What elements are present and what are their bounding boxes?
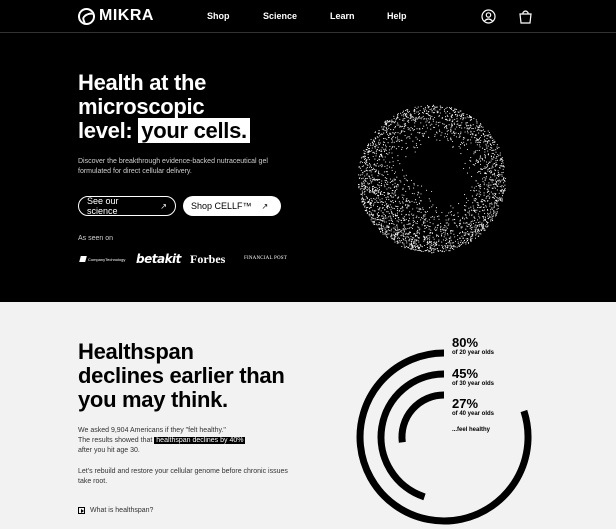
survey-line: after you hit age 30. [78, 447, 140, 454]
stat-value: 45% [452, 366, 479, 381]
hero-title: Health at the microscopic level: your ce… [78, 71, 250, 143]
healthspan-title: Healthspan declines earlier than you may… [78, 339, 285, 412]
press-logo-betakit: betakit [136, 252, 181, 266]
stat-label: of 20 year olds [452, 350, 495, 356]
link-label: What is healthspan? [90, 507, 154, 514]
feel-healthy-label: ...feel healthy [452, 427, 491, 433]
hero-description: Discover the breakthrough evidence-backe… [78, 158, 268, 175]
press-logo-financial-post: FINANCIAL POST [244, 256, 288, 261]
hero-title-line: microscopic [78, 94, 205, 119]
press-logo-text: CompanyTechnology [88, 256, 126, 262]
healthspan-section: Healthspan declines earlier than you may… [0, 302, 616, 529]
nav-science[interactable]: Science [263, 11, 297, 21]
healthspan-title-line: declines earlier than [78, 363, 285, 388]
account-icon[interactable] [481, 9, 496, 24]
play-icon [78, 507, 85, 514]
ring-20-year-olds [356, 349, 532, 525]
press-logo-company-technology: CompanyTechnology [79, 256, 126, 262]
brand-name: MIKRA [99, 7, 154, 24]
what-is-healthspan-link[interactable]: What is healthspan? [78, 507, 153, 514]
stat-label: of 40 year olds [452, 411, 495, 417]
survey-paragraph: We asked 9,904 Americans if they "felt h… [78, 426, 246, 456]
stat-value: 27% [452, 396, 479, 411]
stat-20: 80% of 20 year olds [452, 336, 494, 357]
stat-40: 27% of 40 year olds [452, 397, 494, 418]
ring-40-year-olds [398, 391, 445, 443]
survey-line: The results showed that [78, 437, 153, 444]
nav-shop[interactable]: Shop [207, 11, 230, 21]
stat-value: 80% [452, 335, 479, 350]
brand-logo[interactable]: MIKRA [78, 7, 154, 25]
rebuild-paragraph: Let's rebuild and restore your cellular … [78, 468, 288, 485]
arrow-up-right-icon: ↗ [261, 201, 269, 211]
hero-title-highlight: your cells. [138, 118, 250, 143]
healthspan-title-line: Healthspan [78, 339, 194, 364]
button-label: See our science [87, 196, 119, 216]
healthspan-rings-chart [356, 349, 532, 525]
hero-title-line: Health at the [78, 70, 207, 95]
stat-30: 45% of 30 year olds [452, 367, 494, 388]
nav-learn[interactable]: Learn [330, 11, 355, 21]
stat-label: of 30 year olds [452, 381, 495, 387]
survey-line: We asked 9,904 Americans if they "felt h… [78, 427, 226, 434]
button-label: Shop CELLF™ [191, 201, 252, 211]
cart-icon[interactable] [518, 9, 533, 24]
hero-title-line: level: [78, 118, 133, 143]
logo-mark-icon [78, 7, 95, 25]
arrow-up-right-icon: ↗ [160, 201, 167, 211]
top-nav: MIKRA Shop Science Learn Help [0, 0, 616, 33]
healthspan-title-line: you may think. [78, 387, 228, 412]
press-logo-forbes: Forbes [190, 252, 226, 266]
cell-sphere-illustration [357, 104, 507, 254]
shop-cellf-button[interactable]: Shop CELLF™ ↗ [183, 196, 281, 216]
hero-section: Health at the microscopic level: your ce… [0, 34, 616, 302]
survey-highlight: healthspan declines by 40% [154, 437, 246, 444]
as-seen-on-label: As seen on [78, 235, 114, 242]
nav-help[interactable]: Help [387, 11, 407, 21]
see-our-science-button[interactable]: See our science ↗ [78, 196, 176, 216]
company-technology-mark-icon [79, 256, 87, 262]
